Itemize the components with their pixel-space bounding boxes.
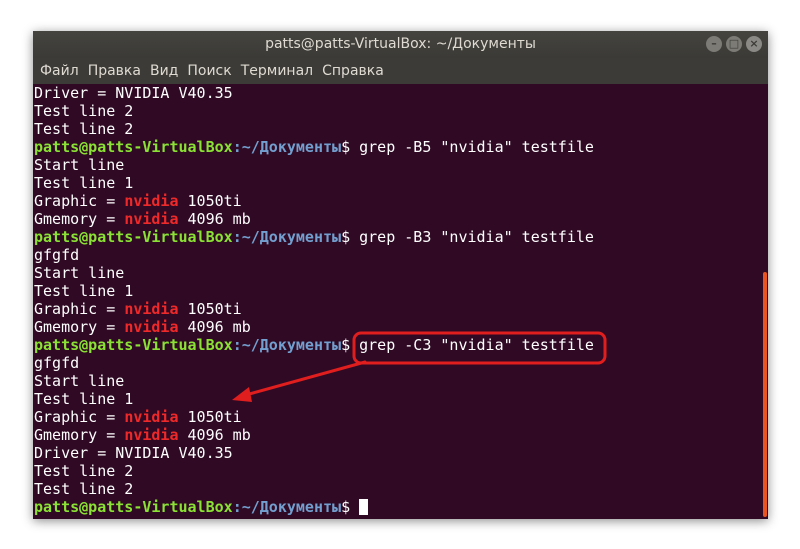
output-line: Graphic = nvidia 1050ti bbox=[34, 192, 761, 210]
output-text: 4096 mb bbox=[178, 318, 251, 336]
output-text: Graphic = bbox=[34, 300, 125, 318]
prompt-user: patts@patts-VirtualBox bbox=[34, 228, 233, 246]
output-text: 1050ti bbox=[178, 408, 242, 426]
output-line: Test line 1 bbox=[34, 390, 134, 408]
output-line: Gmemory = nvidia 4096 mb bbox=[34, 210, 761, 228]
prompt-path: :~/Документы bbox=[232, 498, 342, 516]
prompt-sign: $ bbox=[341, 228, 360, 246]
output-text: Gmemory = bbox=[34, 318, 125, 336]
output-line: Test line 2 bbox=[34, 462, 134, 480]
output-line: Gmemory = nvidia 4096 mb bbox=[34, 318, 761, 336]
close-icon[interactable]: × bbox=[746, 36, 762, 52]
output-line: Test line 2 bbox=[34, 120, 134, 138]
output-line: Test line 1 bbox=[34, 282, 134, 300]
window-title: patts@patts-VirtualBox: ~/Документы bbox=[265, 36, 536, 52]
maximize-icon[interactable]: □ bbox=[726, 36, 742, 52]
prompt-sign: $ bbox=[341, 336, 360, 354]
match-highlight: nvidia bbox=[124, 192, 179, 210]
output-line: Start line bbox=[34, 264, 125, 282]
output-line: Gmemory = nvidia 4096 mb bbox=[34, 426, 761, 444]
match-highlight: nvidia bbox=[124, 210, 179, 228]
prompt-path: :~/Документы bbox=[232, 228, 342, 246]
output-line: Test line 2 bbox=[34, 480, 134, 498]
menu-search[interactable]: Поиск bbox=[187, 63, 231, 79]
output-line: gfgfd bbox=[34, 246, 80, 264]
output-text: 1050ti bbox=[178, 300, 242, 318]
command-text: grep -B5 "nvidia" testfile bbox=[359, 138, 594, 156]
match-highlight: nvidia bbox=[124, 426, 179, 444]
prompt-user: patts@patts-VirtualBox bbox=[34, 336, 233, 354]
cursor bbox=[359, 499, 369, 515]
menu-help[interactable]: Справка bbox=[322, 63, 384, 79]
scrollbar[interactable] bbox=[760, 84, 768, 519]
output-text: Graphic = bbox=[34, 408, 125, 426]
output-text: 1050ti bbox=[178, 192, 242, 210]
output-line: Graphic = nvidia 1050ti bbox=[34, 300, 761, 318]
output-line: Start line bbox=[34, 156, 125, 174]
prompt-user: patts@patts-VirtualBox bbox=[34, 498, 233, 516]
command-text: grep -B3 "nvidia" testfile bbox=[359, 228, 594, 246]
prompt-path: :~/Документы bbox=[232, 138, 342, 156]
menu-bar: Файл Правка Вид Поиск Терминал Справка bbox=[33, 58, 768, 84]
command-text: grep -C3 "nvidia" testfile bbox=[359, 336, 594, 354]
terminal-output[interactable]: Driver = NVIDIA V40.35 Test line 2 Test li… bbox=[33, 84, 761, 519]
prompt-line: patts@patts-VirtualBox:~/Документы$ bbox=[34, 498, 761, 516]
minimize-icon[interactable]: – bbox=[706, 36, 722, 52]
output-line: Driver = NVIDIA V40.35 bbox=[34, 444, 233, 462]
output-text: Gmemory = bbox=[34, 426, 125, 444]
match-highlight: nvidia bbox=[124, 300, 179, 318]
output-line: Test line 1 bbox=[34, 174, 134, 192]
menu-terminal[interactable]: Терминал bbox=[241, 63, 313, 79]
output-line: Start line bbox=[34, 372, 125, 390]
menu-edit[interactable]: Правка bbox=[88, 63, 141, 79]
prompt-user: patts@patts-VirtualBox bbox=[34, 138, 233, 156]
output-line: Test line 2 bbox=[34, 102, 134, 120]
prompt-sign: $ bbox=[341, 498, 360, 516]
title-bar[interactable]: patts@patts-VirtualBox: ~/Документы – □ … bbox=[33, 31, 768, 58]
menu-view[interactable]: Вид bbox=[150, 63, 178, 79]
match-highlight: nvidia bbox=[124, 408, 179, 426]
prompt-line: patts@patts-VirtualBox:~/Документы$ grep… bbox=[34, 138, 761, 156]
terminal-window: patts@patts-VirtualBox: ~/Документы – □ … bbox=[33, 31, 768, 519]
output-text: 4096 mb bbox=[178, 426, 251, 444]
window-controls: – □ × bbox=[706, 36, 762, 53]
output-line: Graphic = nvidia 1050ti bbox=[34, 408, 761, 426]
output-text: Graphic = bbox=[34, 192, 125, 210]
output-text: 4096 mb bbox=[178, 210, 251, 228]
output-line: Driver = NVIDIA V40.35 bbox=[34, 84, 233, 102]
prompt-path: :~/Документы bbox=[232, 336, 342, 354]
menu-file[interactable]: Файл bbox=[40, 63, 79, 79]
output-line: gfgfd bbox=[34, 354, 80, 372]
prompt-line: patts@patts-VirtualBox:~/Документы$ grep… bbox=[34, 336, 761, 354]
scrollbar-thumb[interactable] bbox=[763, 272, 767, 517]
prompt-line: patts@patts-VirtualBox:~/Документы$ grep… bbox=[34, 228, 761, 246]
output-text: Gmemory = bbox=[34, 210, 125, 228]
match-highlight: nvidia bbox=[124, 318, 179, 336]
prompt-sign: $ bbox=[341, 138, 360, 156]
